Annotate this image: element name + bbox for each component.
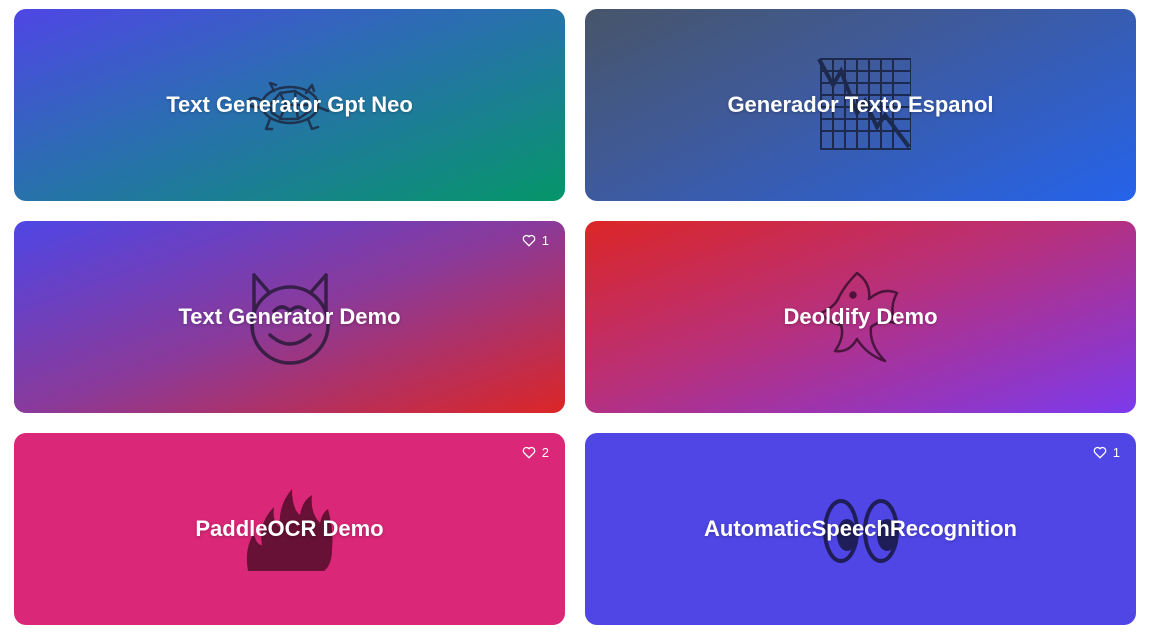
space-card-deoldify-demo[interactable]: Deoldify Demo — [585, 221, 1136, 413]
heart-icon — [1093, 446, 1107, 459]
space-card-generador-texto-espanol[interactable]: Generador Texto Espanol — [585, 9, 1136, 201]
space-title: PaddleOCR Demo — [195, 516, 384, 541]
heart-icon — [522, 234, 536, 247]
likes-counter[interactable]: 1 — [1093, 445, 1120, 460]
space-card-text-generator-demo[interactable]: 1 Text Generator Demo — [14, 221, 565, 413]
heart-icon — [522, 446, 536, 459]
space-title: Text Generator Demo — [178, 304, 401, 329]
space-title: Deoldify Demo — [783, 304, 938, 329]
space-title: Text Generator Gpt Neo — [166, 92, 413, 117]
likes-count: 2 — [541, 445, 549, 460]
space-title: AutomaticSpeechRecognition — [704, 516, 1017, 541]
space-card-paddleocr-demo[interactable]: 2 PaddleOCR Demo — [14, 433, 565, 625]
space-card-automatic-speech-recognition[interactable]: 1 AutomaticSpeechRecognition — [585, 433, 1136, 625]
likes-counter[interactable]: 1 — [522, 233, 549, 248]
likes-counter[interactable]: 2 — [522, 445, 549, 460]
space-card-text-generator-gpt-neo[interactable]: Text Generator Gpt Neo — [14, 9, 565, 201]
likes-count: 1 — [1112, 445, 1120, 460]
space-title: Generador Texto Espanol — [727, 92, 994, 117]
spaces-grid: Text Generator Gpt Neo Generador Texto E… — [14, 9, 1136, 625]
likes-count: 1 — [541, 233, 549, 248]
